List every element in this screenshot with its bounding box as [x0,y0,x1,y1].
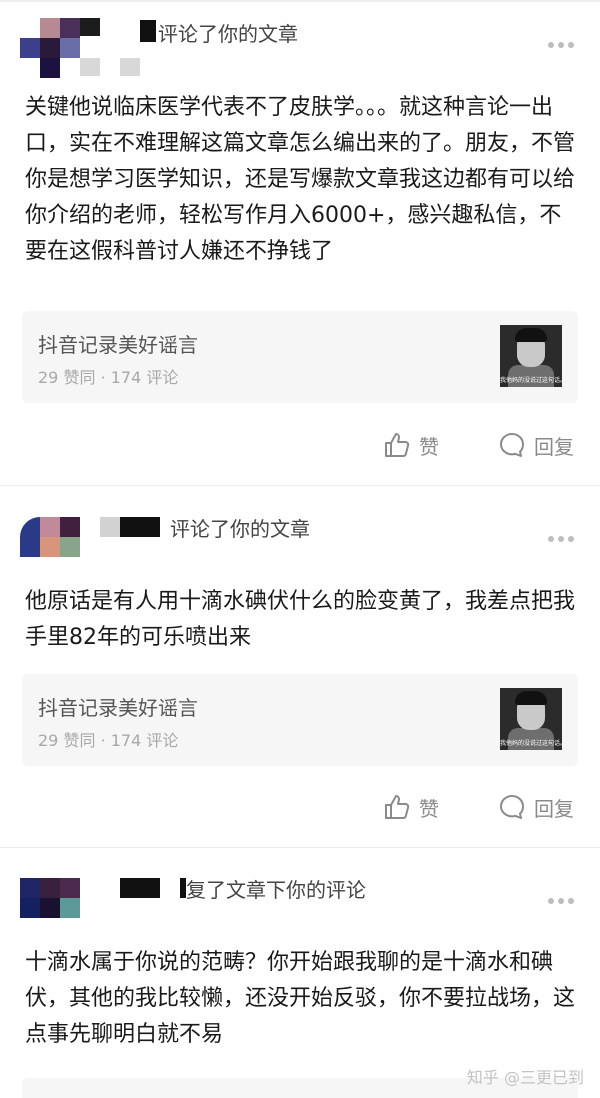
article-thumbnail: 我他妈的没说过这句话。 [500,325,562,387]
item-divider [0,847,600,848]
speech-bubble-icon [498,793,526,821]
article-title: 抖音记录美好谣言 [38,696,198,720]
notification-action-text: 复了文章下你的评论 [186,878,366,902]
article-thumbnail: 我他妈的没说过这句话。 [500,688,562,750]
article-meta: 29 赞同 · 174 评论 [38,731,179,750]
speech-bubble-icon [498,431,526,459]
reply-label: 回复 [534,434,574,459]
redacted-username[interactable] [120,878,160,898]
reply-button[interactable]: 回复 [498,792,574,822]
like-label: 赞 [419,434,439,459]
comment-content: 关键他说临床医学代表不了皮肤学。。。就这种言论一出口，实在不难理解这篇文章怎么编… [25,95,576,264]
avatar-pixelated[interactable] [20,517,80,577]
like-button[interactable]: 赞 [383,792,439,822]
like-label: 赞 [419,796,439,821]
notification-action-text: 评论了你的文章 [170,517,310,541]
redacted-username[interactable] [120,517,160,537]
thumbs-up-icon [383,431,411,459]
thumbnail-caption: 我他妈的没说过这句话。 [500,740,562,747]
redacted-username[interactable] [140,20,156,42]
watermark: 知乎 @三更已到 [466,1068,584,1087]
top-divider [0,0,600,2]
like-button[interactable]: 赞 [383,430,439,460]
thumbs-up-icon [383,793,411,821]
avatar-pixelated[interactable] [20,18,80,78]
article-title: 抖音记录美好谣言 [38,333,198,357]
comment-content: 十滴水属于你说的范畴？你开始跟我聊的是十滴水和碘伏，其他的我比较懒，还没开始反驳… [25,950,576,1047]
reply-button[interactable]: 回复 [498,430,574,460]
reply-label: 回复 [534,796,574,821]
avatar-pixel-noise [120,58,140,76]
more-dots-icon[interactable] [548,42,574,48]
article-meta: 29 赞同 · 174 评论 [38,368,179,387]
article-card[interactable]: 抖音记录美好谣言 29 赞同 · 174 评论 我他妈的没说过这句话。 [22,674,578,766]
notification-action-text: 评论了你的文章 [158,22,298,46]
article-card[interactable]: 抖音记录美好谣言 29 赞同 · 174 评论 我他妈的没说过这句话。 [22,311,578,403]
more-dots-icon[interactable] [548,898,574,904]
avatar-pixel-noise [80,18,100,36]
more-dots-icon[interactable] [548,536,574,542]
avatar-pixelated[interactable] [20,878,80,938]
thumbnail-caption: 我他妈的没说过这句话。 [500,377,562,384]
item-divider [0,485,600,486]
avatar-pixel-noise [100,517,120,537]
avatar-pixel-noise [80,58,100,76]
comment-content: 他原话是有人用十滴水碘伏什么的脸变黄了，我差点把我手里82年的可乐喷出来 [25,589,576,650]
